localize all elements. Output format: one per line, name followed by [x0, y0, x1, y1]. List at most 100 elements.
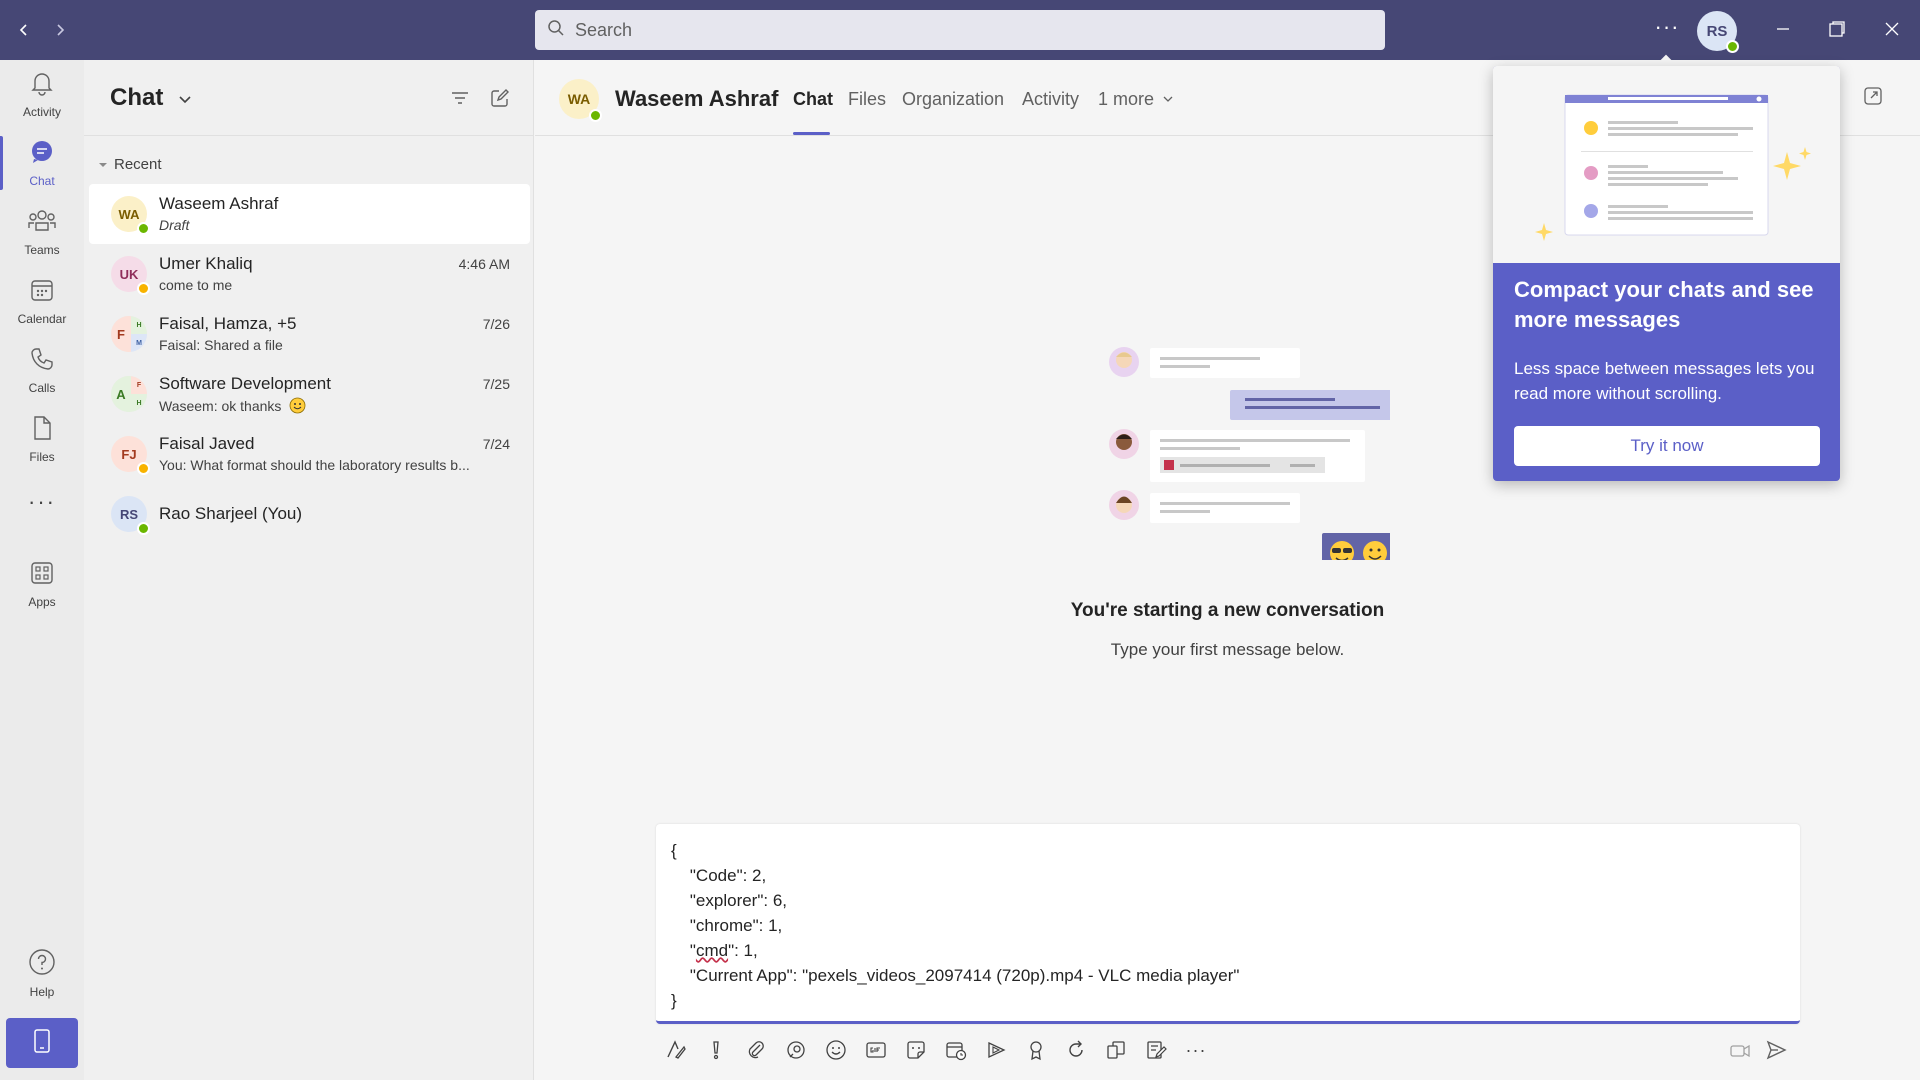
praise-icon[interactable] — [1022, 1036, 1050, 1064]
format-icon[interactable] — [662, 1036, 690, 1064]
rail-item-files[interactable]: Files — [0, 406, 84, 472]
chat-list-item[interactable]: UK Umer Khaliq come to me 4:46 AM — [89, 244, 530, 304]
presence-available-icon — [137, 222, 150, 235]
pop-out-icon[interactable] — [1863, 86, 1883, 111]
avatar-initials: A — [111, 376, 131, 412]
popup-title: Compact your chats and see more messages — [1514, 277, 1814, 332]
draft-line: "explorer": 6, — [671, 891, 788, 910]
tab-organization[interactable]: Organization — [902, 89, 1004, 110]
tab-activity[interactable]: Activity — [1022, 89, 1079, 110]
gif-icon[interactable] — [862, 1036, 890, 1064]
priority-icon[interactable] — [702, 1036, 730, 1064]
tab-more[interactable]: 1 more — [1098, 89, 1173, 110]
recent-label: Recent — [114, 156, 162, 173]
maximize-button[interactable] — [1822, 14, 1852, 44]
filter-icon[interactable] — [448, 86, 472, 110]
chat-preview: Faisal: Shared a file — [159, 337, 283, 353]
sticker-icon[interactable] — [902, 1036, 930, 1064]
rail-label: Calendar — [17, 311, 67, 326]
avatar-initials: F — [111, 316, 131, 352]
new-chat-icon[interactable] — [488, 86, 512, 110]
chat-list-item[interactable]: WA Waseem Ashraf Draft — [89, 184, 530, 244]
message-draft-text[interactable]: { "Code": 2, "explorer": 6, "chrome": 1,… — [671, 838, 1239, 1013]
tab-more-label: 1 more — [1098, 89, 1155, 109]
rail-item-calendar[interactable]: Calendar — [0, 268, 84, 334]
video-clip-icon[interactable] — [1726, 1036, 1754, 1064]
forward-arrow-icon[interactable] — [48, 18, 72, 42]
rail-label: Teams — [24, 242, 60, 257]
active-tab-indicator — [793, 132, 830, 135]
rail-more-apps-button[interactable]: ··· — [0, 482, 84, 522]
rail-label: Help — [29, 984, 55, 999]
schedule-meeting-icon[interactable] — [942, 1036, 970, 1064]
profile-avatar[interactable]: RS — [1697, 11, 1739, 53]
caret-down-icon — [99, 162, 107, 167]
rail-label: Activity — [22, 104, 61, 119]
rail-item-chat[interactable]: Chat — [0, 130, 84, 196]
avatar: RS — [111, 496, 150, 535]
loop-refresh-icon[interactable] — [1062, 1036, 1090, 1064]
try-it-now-button[interactable]: Try it now — [1514, 426, 1820, 466]
group-avatar: A F H — [111, 376, 147, 412]
chat-preview-text: Waseem: ok thanks — [159, 398, 282, 414]
avatar-initials: H — [131, 316, 147, 334]
chat-timestamp: 4:46 AM — [458, 256, 510, 272]
search-placeholder: Search — [575, 19, 633, 40]
loop-component-icon[interactable] — [782, 1036, 810, 1064]
recent-section-header[interactable]: Recent — [98, 156, 162, 173]
chat-name: Rao Sharjeel (You) — [159, 504, 303, 523]
compact-chats-illustration — [1493, 66, 1840, 263]
rail-item-apps[interactable]: Apps — [0, 551, 84, 617]
misspelled-word: cmd — [695, 941, 729, 960]
chat-timestamp: 7/24 — [482, 436, 510, 452]
more-options-button[interactable]: ··· — [1652, 16, 1682, 44]
message-compose-box[interactable]: { "Code": 2, "explorer": 6, "chrome": 1,… — [656, 824, 1800, 1024]
chat-list-item[interactable]: A F H Software Development Waseem: ok th… — [89, 364, 530, 424]
rail-item-teams[interactable]: Teams — [0, 199, 84, 265]
draft-line: ": 1, — [728, 941, 758, 960]
presence-away-icon — [137, 462, 150, 475]
chat-preview: come to me — [159, 277, 233, 293]
close-window-button[interactable] — [1877, 14, 1907, 44]
chat-preview: Waseem: ok thanks — [159, 397, 306, 414]
more-options-icon[interactable]: ··· — [1182, 1036, 1210, 1064]
chat-list-item[interactable]: FJ Faisal Javed You: What format should … — [89, 424, 530, 484]
draft-line: "Code": 2, — [671, 866, 767, 885]
avatar-initials: RS — [119, 506, 139, 522]
emoji-icon[interactable] — [822, 1036, 850, 1064]
rail-item-help[interactable]: Help — [0, 940, 84, 1006]
rail-item-calls[interactable]: Calls — [0, 337, 84, 403]
chat-name: Faisal Javed — [159, 434, 255, 453]
chat-name: Faisal, Hamza, +5 — [159, 314, 297, 333]
draft-line: " — [671, 941, 696, 960]
chat-timestamp: 7/25 — [482, 376, 510, 392]
mobile-phone-icon — [33, 1028, 51, 1059]
attach-icon[interactable] — [742, 1036, 770, 1064]
chevron-down-icon[interactable] — [178, 92, 192, 110]
back-arrow-icon[interactable] — [12, 18, 36, 42]
chat-list-header: Chat — [84, 60, 534, 136]
stream-icon[interactable] — [982, 1036, 1010, 1064]
chat-list-item[interactable]: RS Rao Sharjeel (You) — [89, 484, 530, 544]
contact-avatar[interactable]: WA — [559, 79, 602, 122]
apps-icon — [29, 560, 55, 591]
presence-available-icon — [137, 522, 150, 535]
avatar: WA — [111, 196, 150, 235]
rail-label: Chat — [29, 173, 55, 188]
minimize-button[interactable] — [1768, 14, 1798, 44]
mobile-app-button[interactable] — [6, 1018, 78, 1068]
chat-name: Software Development — [159, 374, 331, 393]
draft-line: "Current App": "pexels_videos_2097414 (7… — [671, 966, 1240, 985]
send-button[interactable] — [1762, 1036, 1790, 1064]
search-input[interactable]: Search — [535, 10, 1385, 50]
chat-list-title[interactable]: Chat — [110, 84, 163, 112]
updates-icon[interactable] — [1142, 1036, 1170, 1064]
tab-files[interactable]: Files — [848, 89, 886, 110]
tab-chat[interactable]: Chat — [793, 89, 833, 110]
avatar-initials: WA — [567, 91, 591, 107]
presence-available-icon — [1726, 40, 1739, 53]
chat-list-item[interactable]: F H M Faisal, Hamza, +5 Faisal: Shared a… — [89, 304, 530, 364]
avatar-initials: H — [131, 394, 147, 412]
approvals-icon[interactable] — [1102, 1036, 1130, 1064]
rail-item-activity[interactable]: Activity — [0, 61, 84, 127]
